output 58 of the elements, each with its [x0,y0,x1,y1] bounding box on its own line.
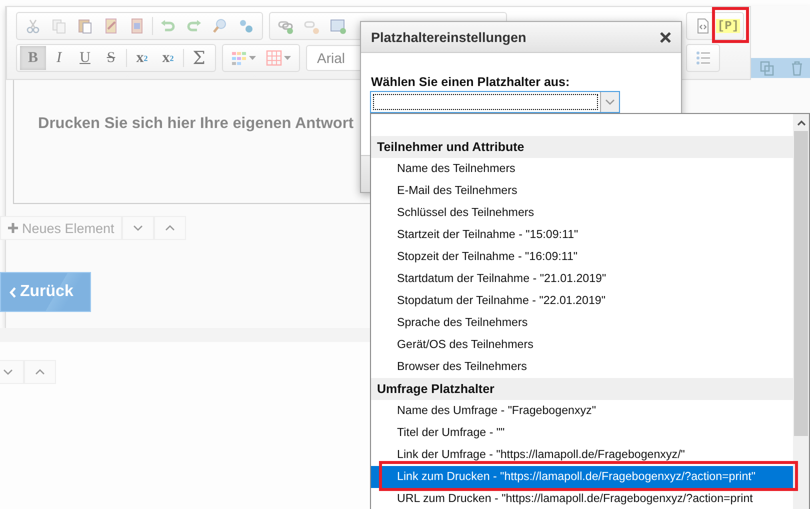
dropdown-option[interactable]: Sprache des Teilnehmers [371,312,793,334]
highlight-frame [712,7,749,43]
dropdown-option[interactable]: Titel der Umfrage - "" [371,422,793,444]
dropdown-option[interactable]: Startdatum der Teilnahme - "21.01.2019" [371,268,793,290]
chevron-up-icon [35,369,45,375]
chevron-up-icon [165,225,176,231]
dropdown-option[interactable]: E-Mail des Teilnehmers [371,180,793,202]
scrollbar[interactable] [793,114,809,509]
copy-icon [51,18,67,34]
option-group-header: Teilnehmer und Attribute [371,136,793,158]
placeholder-select[interactable] [370,91,620,113]
formula-button[interactable]: Σ [186,46,212,70]
scissors-icon [25,18,41,34]
format-button[interactable]: S [98,46,124,70]
link-icon [278,18,294,34]
undo-icon [160,18,176,34]
scroll-up-icon[interactable] [796,120,806,126]
dropdown-option[interactable]: Name des Teilnehmers [371,158,793,180]
color-grid-icon [231,50,247,66]
unlink-icon [304,18,320,34]
format-button[interactable]: U [72,46,98,70]
chevron-down-icon [605,99,615,105]
move-down-button[interactable] [122,216,154,240]
bullet-list-icon [695,50,711,66]
trash-icon [789,60,805,76]
paste-text-icon [103,18,119,34]
caret-icon [284,56,291,60]
caret-icon [249,56,256,60]
dropdown-option[interactable]: Gerät/OS des Teilnehmers [371,334,793,356]
dropdown-option[interactable]: URL zum Drucken - "https://lamapoll.de/Fragebogenxyz/?action=print [371,488,793,509]
dialog-title: Platzhaltereinstellungen [371,30,526,44]
table-icon [266,50,282,66]
copy-icon [759,60,775,76]
dropdown-option[interactable]: Link der Umfrage - "https://lamapoll.de/Fragebogenxyz/" [371,444,793,466]
image-icon [330,18,346,34]
dropdown-option[interactable]: Schlüssel des Teilnehmers [371,202,793,224]
move-up-button[interactable] [24,360,56,384]
move-down-button[interactable] [0,360,24,384]
redo-icon [186,18,202,34]
option-group-header: Umfrage Platzhalter [371,378,793,400]
move-up-button[interactable] [154,216,186,240]
paste-icon [77,18,93,34]
close-icon[interactable] [660,32,671,42]
dropdown-option[interactable]: Link zum Drucken - "https://lamapoll.de/Fragebogenxyz/?action=print" [371,466,793,488]
source-code-icon [695,18,712,34]
chevron-down-icon [3,369,13,375]
chevron-left-icon [9,286,16,298]
format-button[interactable]: I [46,46,72,70]
editor-text: Drucken Sie sich hier Ihre eigenen Antwort [38,115,354,132]
plus-icon [8,223,18,233]
dropdown-option[interactable]: Stopdatum der Teilnahme - "22.01.2019" [371,290,793,312]
search-icon [212,18,228,34]
chevron-down-icon [133,225,144,231]
dropdown-option[interactable]: Name des Umfrage - "Fragebogenxyz" [371,400,793,422]
dropdown-option[interactable]: Startzeit der Teilnahme - "15:09:11" [371,224,793,246]
dropdown-option[interactable]: Browser des Teilnehmers [371,356,793,378]
dropdown-option[interactable]: Stopzeit der Teilnahme - "16:09:11" [371,246,793,268]
paste-document-icon [129,18,145,34]
